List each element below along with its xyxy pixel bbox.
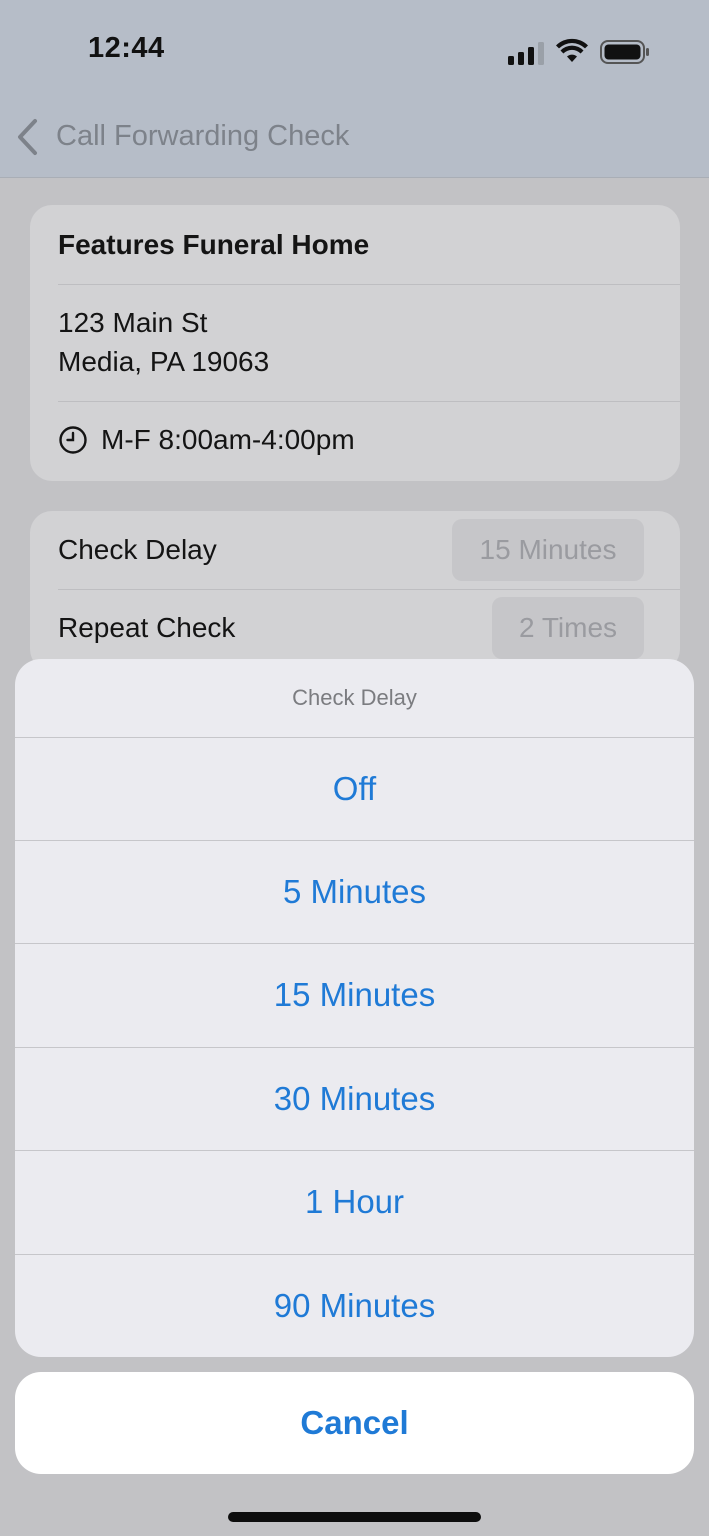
divider — [58, 401, 680, 402]
check-delay-label: Check Delay — [58, 534, 217, 565]
location-name: Features Funeral Home — [58, 229, 370, 260]
option-30-minutes[interactable]: 30 Minutes — [15, 1047, 694, 1150]
cellular-signal-icon — [508, 42, 544, 65]
option-1-hour[interactable]: 1 Hour — [15, 1150, 694, 1253]
option-5-minutes[interactable]: 5 Minutes — [15, 840, 694, 943]
repeat-check-value-button[interactable]: 2 Times — [492, 597, 644, 659]
business-hours: M-F 8:00am-4:00pm — [101, 424, 355, 455]
wifi-icon — [556, 38, 588, 62]
check-delay-value-button[interactable]: 15 Minutes — [452, 519, 644, 581]
option-off[interactable]: Off — [15, 737, 694, 840]
address-line-2: Media, PA 19063 — [58, 346, 270, 377]
divider — [58, 284, 680, 285]
option-15-minutes[interactable]: 15 Minutes — [15, 943, 694, 1046]
action-sheet-title: Check Delay — [292, 685, 417, 710]
clock-icon — [59, 426, 87, 454]
back-button-label[interactable]: Call Forwarding Check — [56, 120, 349, 153]
home-indicator[interactable] — [228, 1512, 481, 1522]
repeat-check-label: Repeat Check — [58, 612, 236, 643]
battery-icon — [600, 40, 649, 64]
divider — [58, 589, 680, 590]
back-chevron-icon[interactable] — [14, 117, 40, 157]
status-time: 12:44 — [88, 32, 165, 64]
address-line-1: 123 Main St — [58, 307, 208, 338]
cancel-button[interactable]: Cancel — [15, 1372, 694, 1474]
check-delay-action-sheet: Check Delay Off 5 Minutes 15 Minutes 30 … — [15, 659, 694, 1357]
option-90-minutes[interactable]: 90 Minutes — [15, 1254, 694, 1357]
